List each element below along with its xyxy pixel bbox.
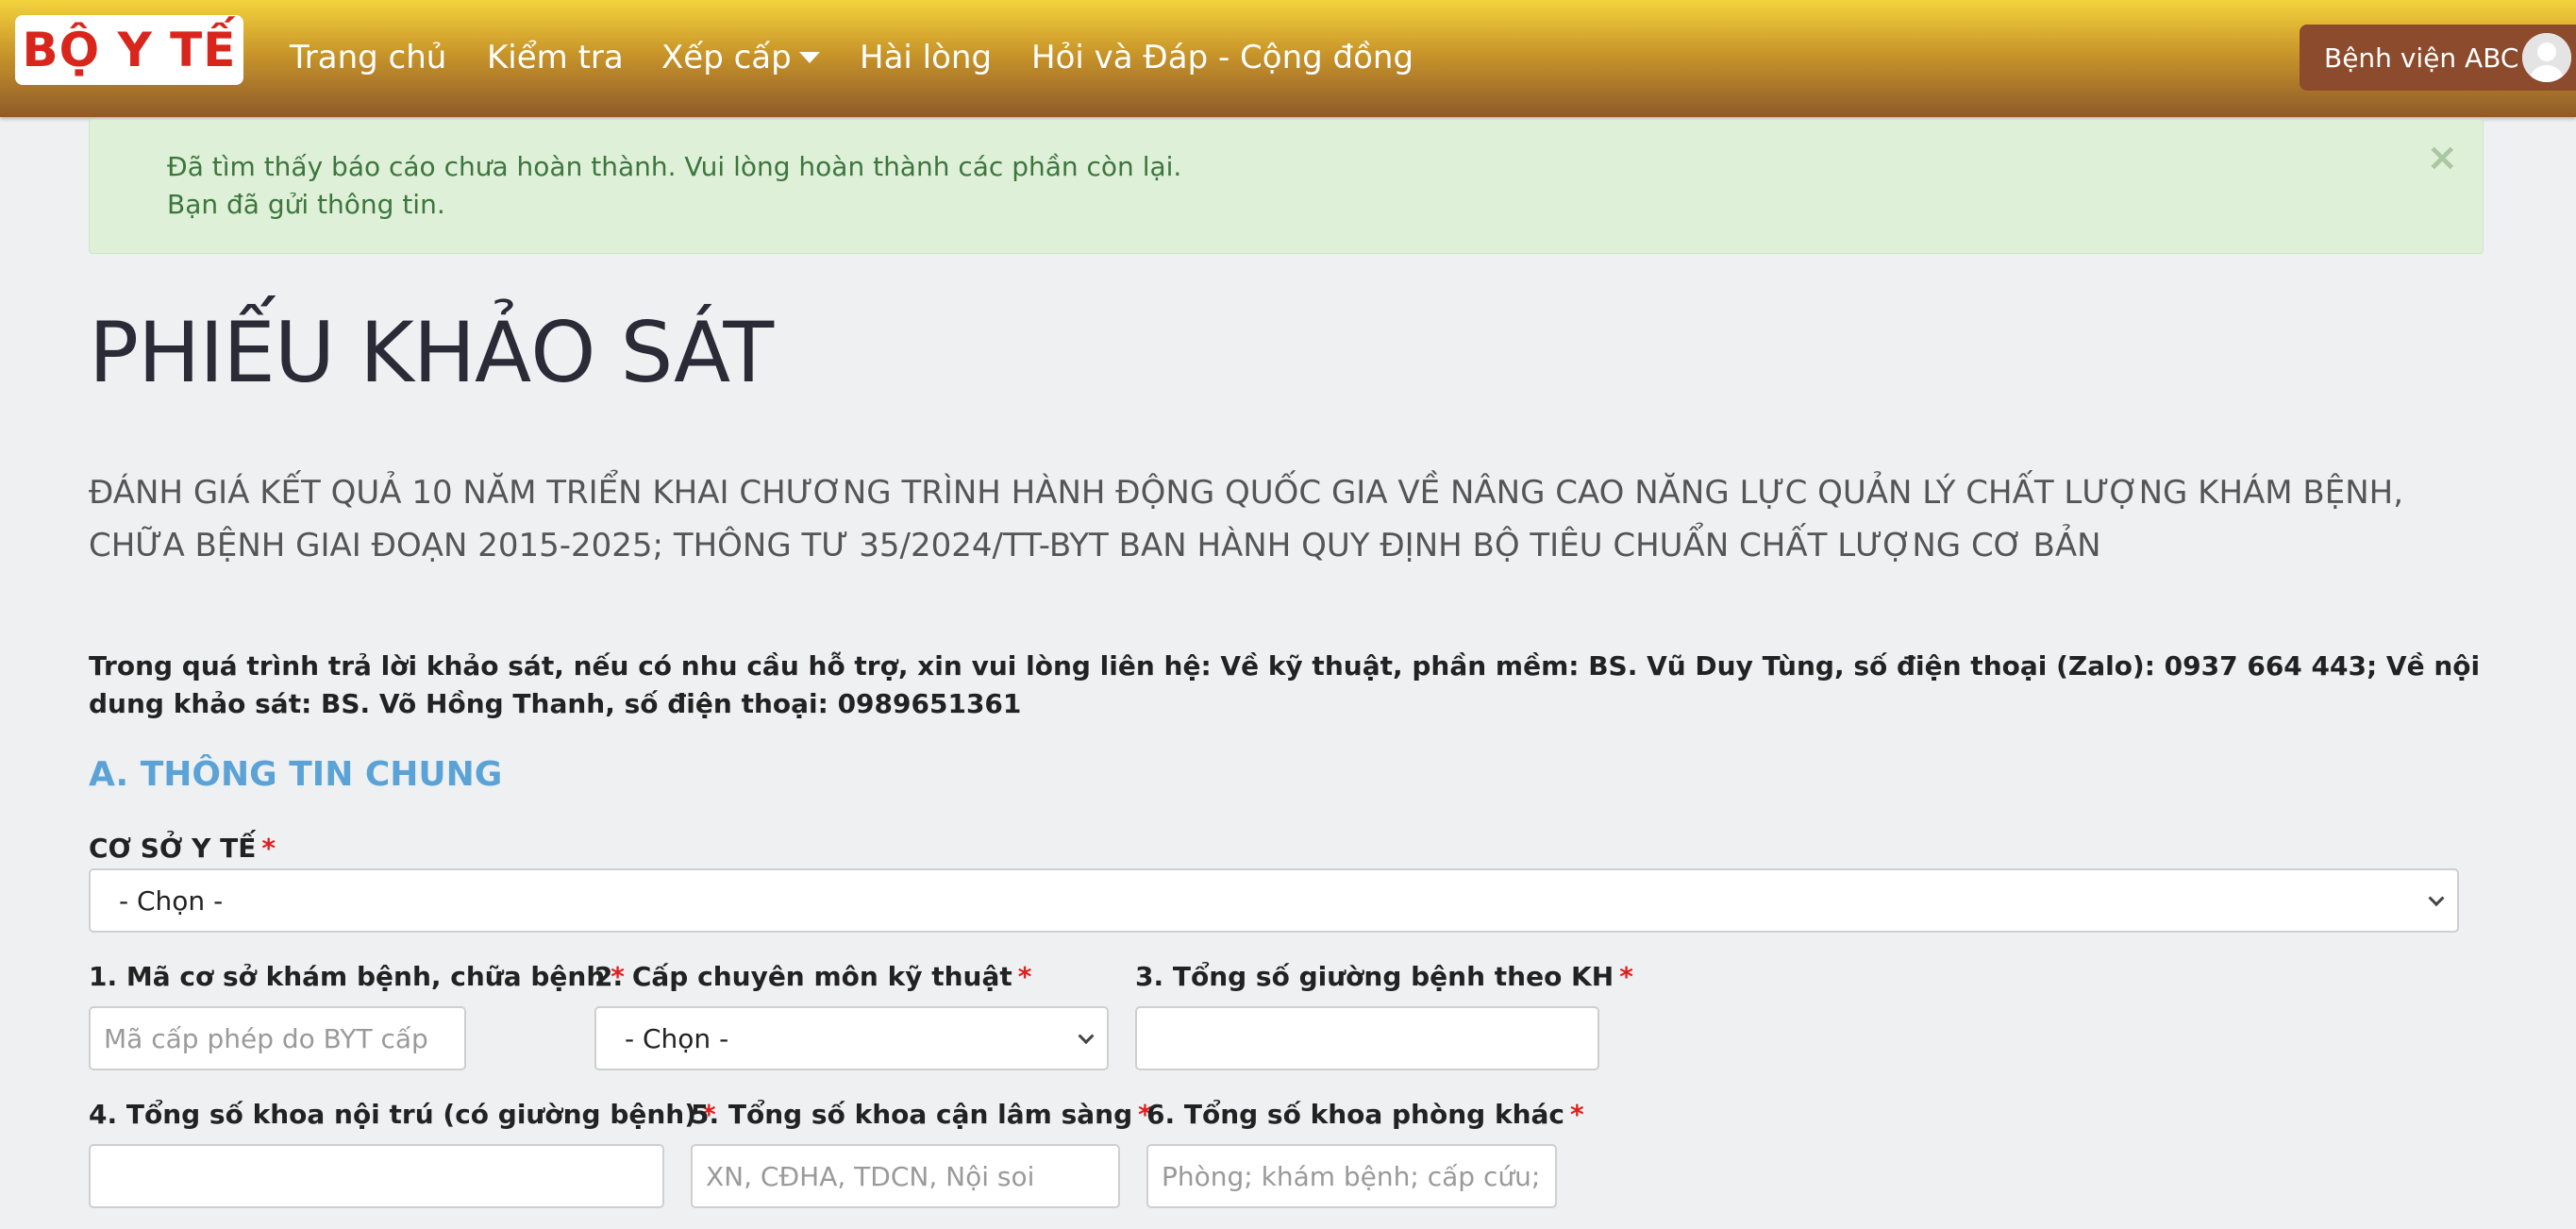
nav-item-ranking-label: Xếp cấp <box>661 39 792 76</box>
moh-logo[interactable]: BỘ Y TẾ <box>15 15 243 85</box>
nav-item-ranking[interactable]: Xếp cấp <box>661 34 820 81</box>
nav-item-home[interactable]: Trang chủ <box>290 34 446 81</box>
required-marker: * <box>1570 1099 1584 1130</box>
technical-level-label: 2. Cấp chuyên môn kỹ thuật * <box>594 961 1032 992</box>
alert-line-1: Đã tìm thấy báo cáo chưa hoàn thành. Vui… <box>167 151 1182 182</box>
close-icon[interactable]: × <box>2426 139 2458 177</box>
user-name: Bệnh viện ABC <box>2324 42 2519 74</box>
facility-code-label: 1. Mã cơ sở khám bệnh, chữa bệnh * <box>89 961 625 992</box>
top-navbar: BỘ Y TẾ Trang chủ Kiểm tra Xếp cấp Hài l… <box>0 0 2576 117</box>
facility-select[interactable]: - Chọn - <box>89 868 2459 933</box>
success-alert: Đã tìm thấy báo cáo chưa hoàn thành. Vui… <box>89 119 2484 254</box>
other-departments-label: 6. Tổng số khoa phòng khác * <box>1146 1099 1584 1130</box>
support-contact-note: Trong quá trình trả lời khảo sát, nếu có… <box>89 650 2481 719</box>
nav-item-satisfaction[interactable]: Hài lòng <box>860 34 992 81</box>
user-menu-button[interactable]: Bệnh viện ABC <box>2300 25 2576 91</box>
caret-down-icon <box>798 51 820 63</box>
section-title-general-info: A. THÔNG TIN CHUNG <box>89 755 503 794</box>
technical-level-select-value: - Chọn - <box>625 1022 729 1054</box>
chevron-down-icon <box>2428 890 2445 907</box>
page-title: PHIẾU KHẢO SÁT <box>89 304 774 401</box>
technical-level-select[interactable]: - Chọn - <box>594 1006 1109 1070</box>
required-marker: * <box>261 833 276 864</box>
facility-code-input[interactable] <box>89 1006 466 1070</box>
total-beds-label: 3. Tổng số giường bệnh theo KH * <box>1135 961 1633 992</box>
facility-label: CƠ SỞ Y TẾ * <box>89 833 276 864</box>
required-marker: * <box>1619 961 1633 992</box>
inpatient-departments-input[interactable] <box>89 1144 664 1208</box>
nav-item-qa-community[interactable]: Hỏi và Đáp - Cộng đồng <box>1031 34 1413 81</box>
other-departments-input[interactable] <box>1146 1144 1557 1208</box>
nav-item-inspection[interactable]: Kiểm tra <box>487 34 624 81</box>
page-subtitle: ĐÁNH GIÁ KẾT QUẢ 10 NĂM TRIỂN KHAI CHƯƠN… <box>89 474 2404 564</box>
facility-select-value: - Chọn - <box>119 884 224 917</box>
alert-line-2: Bạn đã gửi thông tin. <box>167 189 445 220</box>
paraclinical-departments-input[interactable] <box>691 1144 1120 1208</box>
inpatient-departments-label: 4. Tổng số khoa nội trú (có giường bệnh)… <box>89 1099 716 1130</box>
avatar-icon <box>2522 33 2571 82</box>
total-beds-input[interactable] <box>1135 1006 1599 1070</box>
paraclinical-departments-label: 5. Tổng số khoa cận lâm sàng * <box>691 1099 1152 1130</box>
chevron-down-icon <box>1078 1028 1095 1045</box>
required-marker: * <box>1017 961 1032 992</box>
